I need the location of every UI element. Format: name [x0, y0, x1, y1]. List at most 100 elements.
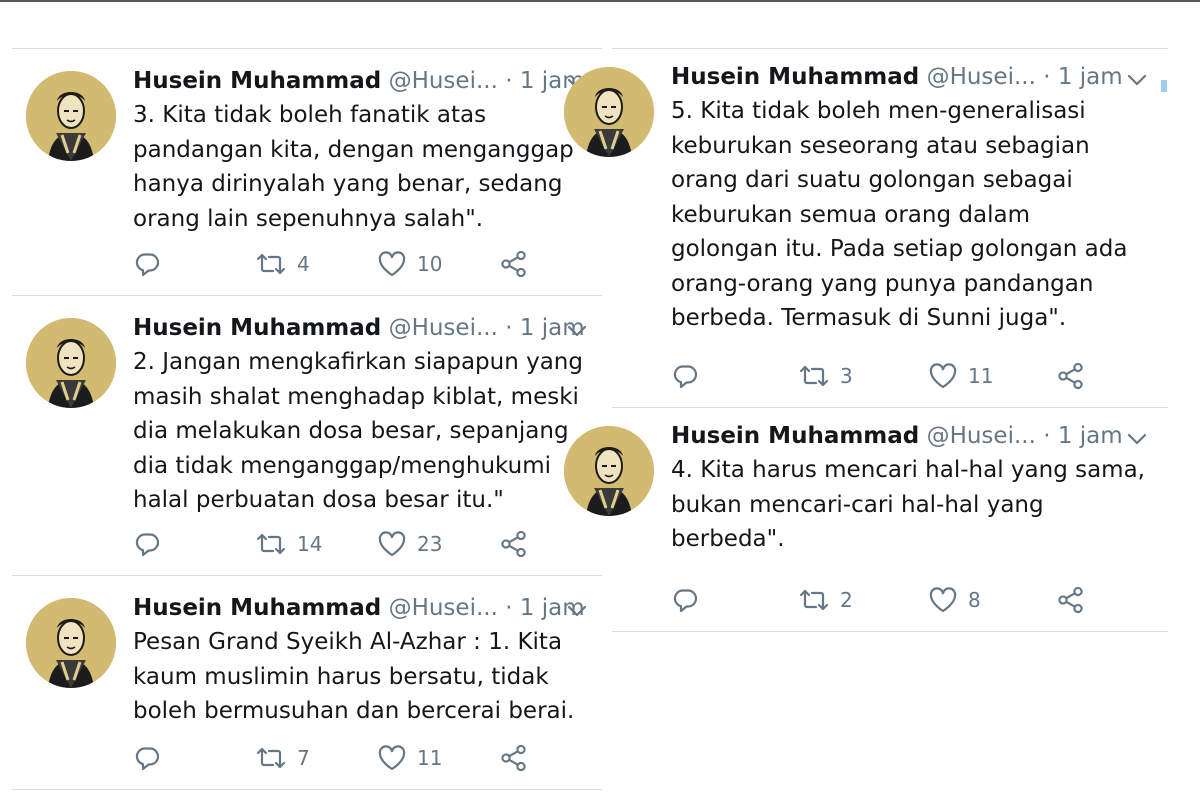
retweet-button[interactable]: 14	[255, 526, 322, 562]
time-separator: ·	[1043, 64, 1051, 90]
author-avatar[interactable]	[26, 318, 116, 408]
author-handle[interactable]: @Husei...	[389, 68, 498, 94]
tweet-time[interactable]: 1 jam	[1058, 64, 1123, 90]
heart-icon	[377, 744, 407, 772]
share-icon	[1056, 585, 1086, 615]
like-button[interactable]: 10	[377, 246, 442, 282]
author-handle[interactable]: @Husei...	[927, 64, 1036, 90]
tweet-card[interactable]: Husein Muhammad @Husei... · 1 jam 3. Kita…	[12, 48, 602, 295]
time-separator: ·	[505, 595, 513, 621]
share-button[interactable]	[499, 740, 529, 776]
reply-button[interactable]	[671, 358, 709, 394]
heart-icon	[928, 362, 958, 390]
time-separator: ·	[505, 315, 513, 341]
share-button[interactable]	[1056, 358, 1086, 394]
like-button[interactable]: 11	[928, 358, 993, 394]
tweet-card[interactable]: Husein Muhammad @Husei... · 1 jam 4. Kita…	[564, 407, 1168, 631]
reply-button[interactable]	[133, 526, 171, 562]
tweet-menu-chevron-down-icon[interactable]	[564, 318, 590, 344]
tweet-header: Husein Muhammad @Husei... · 1 jam	[671, 63, 1123, 91]
timeline-divider	[612, 631, 1168, 632]
tweet-menu-chevron-down-icon[interactable]	[1124, 426, 1150, 452]
time-separator: ·	[505, 68, 513, 94]
share-button[interactable]	[1056, 582, 1086, 618]
tweet-text: 4. Kita harus mencari hal-hal yang sama,…	[671, 457, 1145, 552]
reply-button[interactable]	[133, 740, 171, 776]
author-avatar[interactable]	[564, 426, 654, 516]
author-avatar[interactable]	[26, 71, 116, 161]
timeline-right-column: Husein Muhammad @Husei... · 1 jam 5. Kita…	[564, 48, 1168, 632]
tweet-actions: 4 10	[12, 246, 602, 282]
timeline-left-column: Husein Muhammad @Husei... · 1 jam 3. Kita…	[12, 48, 602, 790]
author-avatar[interactable]	[26, 598, 116, 688]
tweet-header: Husein Muhammad @Husei... · 1 jam	[133, 594, 585, 622]
tweet-header: Husein Muhammad @Husei... · 1 jam	[133, 314, 585, 342]
like-button[interactable]: 11	[377, 740, 442, 776]
tweet-header: Husein Muhammad @Husei... · 1 jam	[133, 67, 585, 95]
like-count: 23	[417, 532, 443, 556]
tweet-text: Pesan Grand Syeikh Al-Azhar : 1. Kita ka…	[133, 629, 575, 724]
heart-icon	[928, 586, 958, 614]
reply-icon	[133, 744, 161, 772]
share-icon	[1056, 361, 1086, 391]
author-avatar[interactable]	[564, 67, 654, 157]
author-name[interactable]: Husein Muhammad	[133, 315, 381, 341]
like-count: 11	[417, 746, 443, 770]
tweet-card[interactable]: Husein Muhammad @Husei... · 1 jam Pesan G…	[12, 575, 602, 789]
share-icon	[499, 743, 529, 773]
tweet-text: 5. Kita tidak boleh men-generalisasi keb…	[671, 98, 1128, 331]
tweet-header: Husein Muhammad @Husei... · 1 jam	[671, 422, 1123, 450]
time-separator: ·	[1043, 423, 1051, 449]
author-handle[interactable]: @Husei...	[389, 595, 498, 621]
heart-icon	[377, 530, 407, 558]
tweet-menu-chevron-down-icon[interactable]	[1124, 67, 1150, 93]
share-button[interactable]	[499, 526, 529, 562]
author-name[interactable]: Husein Muhammad	[671, 423, 919, 449]
tweet-menu-chevron-down-icon[interactable]	[564, 598, 590, 624]
like-count: 10	[417, 252, 443, 276]
retweet-icon	[255, 250, 287, 278]
tweet-actions: 7 11	[12, 740, 602, 776]
tweet-card[interactable]: Husein Muhammad @Husei... · 1 jam 2. Jang…	[12, 295, 602, 575]
like-button[interactable]: 8	[928, 582, 981, 618]
retweet-count: 3	[840, 364, 853, 388]
share-icon	[499, 249, 529, 279]
reply-button[interactable]	[671, 582, 709, 618]
retweet-button[interactable]: 2	[798, 582, 853, 618]
author-name[interactable]: Husein Muhammad	[671, 64, 919, 90]
share-icon	[499, 529, 529, 559]
tweet-actions: 14 23	[12, 526, 602, 562]
retweet-icon	[255, 744, 287, 772]
like-button[interactable]: 23	[377, 526, 442, 562]
tweet-actions: 28	[612, 582, 1168, 618]
reply-icon	[671, 362, 699, 390]
author-name[interactable]: Husein Muhammad	[133, 595, 381, 621]
retweet-count: 2	[840, 588, 853, 612]
author-name[interactable]: Husein Muhammad	[133, 68, 381, 94]
reply-icon	[133, 250, 161, 278]
tweet-text: 2. Jangan mengkafirkan siapapun yang mas…	[133, 349, 583, 513]
tweet-actions: 3 11	[612, 358, 1168, 394]
retweet-count: 4	[297, 252, 310, 276]
like-count: 11	[968, 364, 994, 388]
retweet-icon	[798, 586, 830, 614]
heart-icon	[377, 250, 407, 278]
retweet-count: 14	[297, 532, 323, 556]
tweet-card[interactable]: Husein Muhammad @Husei... · 1 jam 5. Kita…	[564, 48, 1168, 407]
retweet-button[interactable]: 4	[255, 246, 310, 282]
tweet-time[interactable]: 1 jam	[1058, 423, 1123, 449]
retweet-icon	[255, 530, 287, 558]
top-border-line	[0, 0, 1200, 2]
retweet-icon	[798, 362, 830, 390]
share-button[interactable]	[499, 246, 529, 282]
reply-icon	[671, 586, 699, 614]
timeline-divider	[12, 789, 602, 790]
tweet-text: 3. Kita tidak boleh fanatik atas pandang…	[133, 102, 574, 232]
retweet-button[interactable]: 7	[255, 740, 310, 776]
author-handle[interactable]: @Husei...	[389, 315, 498, 341]
author-handle[interactable]: @Husei...	[927, 423, 1036, 449]
reply-button[interactable]	[133, 246, 171, 282]
reply-icon	[133, 530, 161, 558]
retweet-button[interactable]: 3	[798, 358, 853, 394]
retweet-count: 7	[297, 746, 310, 770]
